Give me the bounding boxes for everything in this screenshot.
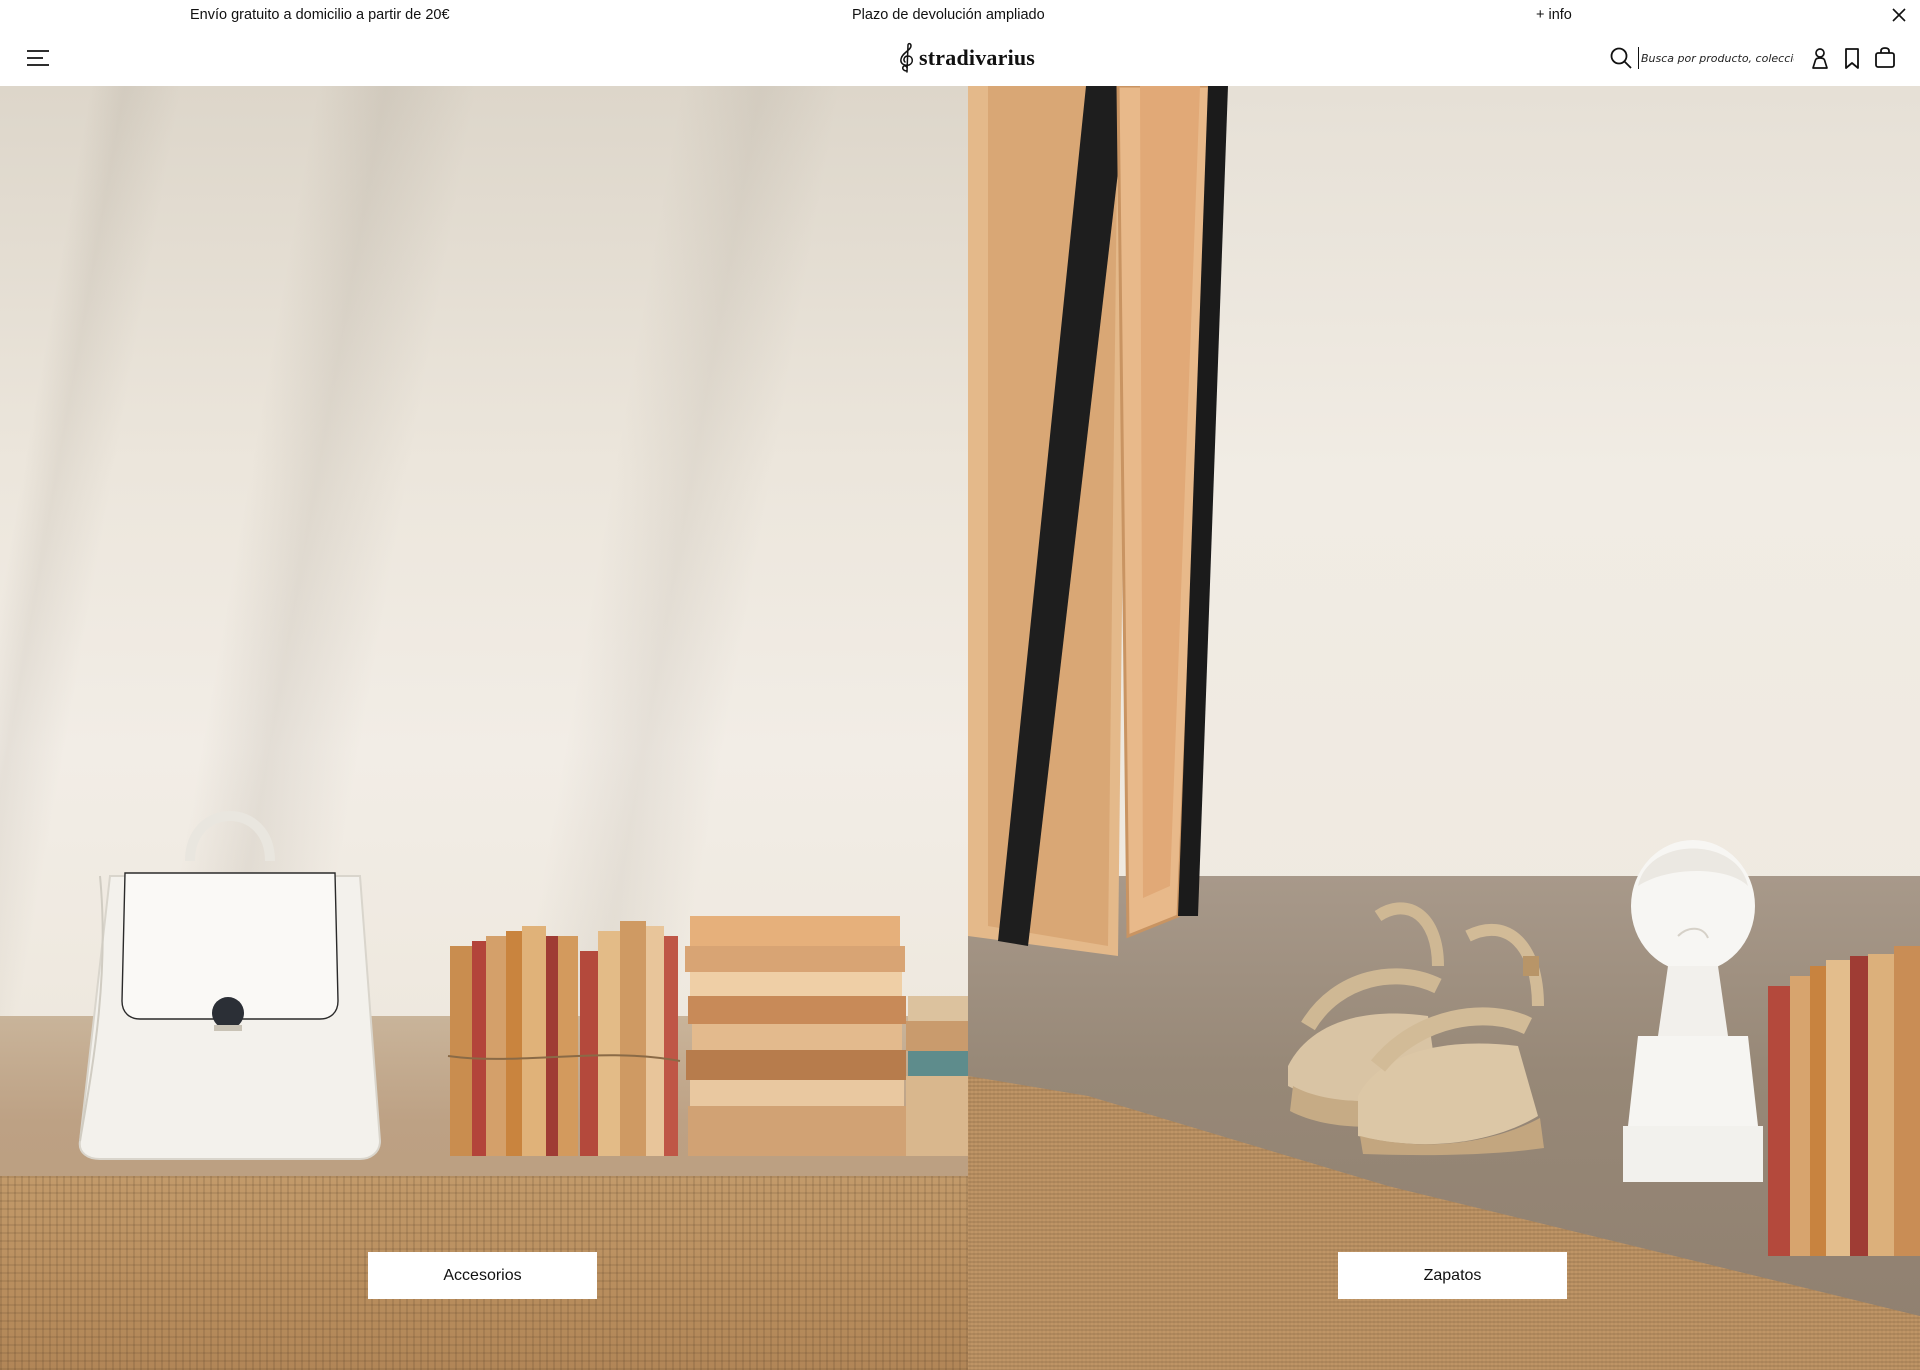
logo-text: stradivarius bbox=[919, 45, 1036, 70]
returns-message: Plazo de devolución ampliado bbox=[852, 7, 1045, 23]
accessories-button[interactable]: Accesorios bbox=[368, 1252, 597, 1299]
shopping-bag-icon[interactable] bbox=[1872, 45, 1898, 71]
books-stack-image bbox=[447, 916, 968, 1156]
hero-section: Accesorios Zapatos bbox=[0, 86, 1920, 1370]
treble-clef-icon bbox=[900, 42, 913, 73]
leaning-frames-image bbox=[968, 86, 1228, 956]
backpack-image bbox=[78, 811, 382, 1160]
logo[interactable]: stradivarius bbox=[896, 38, 1035, 78]
books-stack-image bbox=[1768, 946, 1920, 1256]
user-icon[interactable] bbox=[1807, 45, 1833, 71]
shoes-button[interactable]: Zapatos bbox=[1338, 1252, 1567, 1299]
shoes-panel[interactable]: Zapatos bbox=[968, 86, 1920, 1370]
more-info-link[interactable]: + info bbox=[1536, 7, 1572, 23]
search-input[interactable] bbox=[1638, 47, 1794, 69]
accessories-panel[interactable]: Accesorios bbox=[0, 86, 968, 1370]
bookmark-icon[interactable] bbox=[1839, 45, 1865, 71]
promo-bar: Envío gratuito a domicilio a partir de 2… bbox=[0, 0, 1920, 30]
search-icon[interactable] bbox=[1608, 45, 1634, 71]
search-bar bbox=[1608, 44, 1794, 72]
plaster-bust-image bbox=[1623, 840, 1763, 1182]
free-shipping-message: Envío gratuito a domicilio a partir de 2… bbox=[190, 7, 450, 23]
espadrille-sandals-image bbox=[1288, 902, 1544, 1156]
site-header: stradivarius bbox=[0, 30, 1920, 86]
hamburger-menu-icon[interactable] bbox=[24, 44, 52, 72]
close-icon[interactable] bbox=[1888, 4, 1910, 26]
